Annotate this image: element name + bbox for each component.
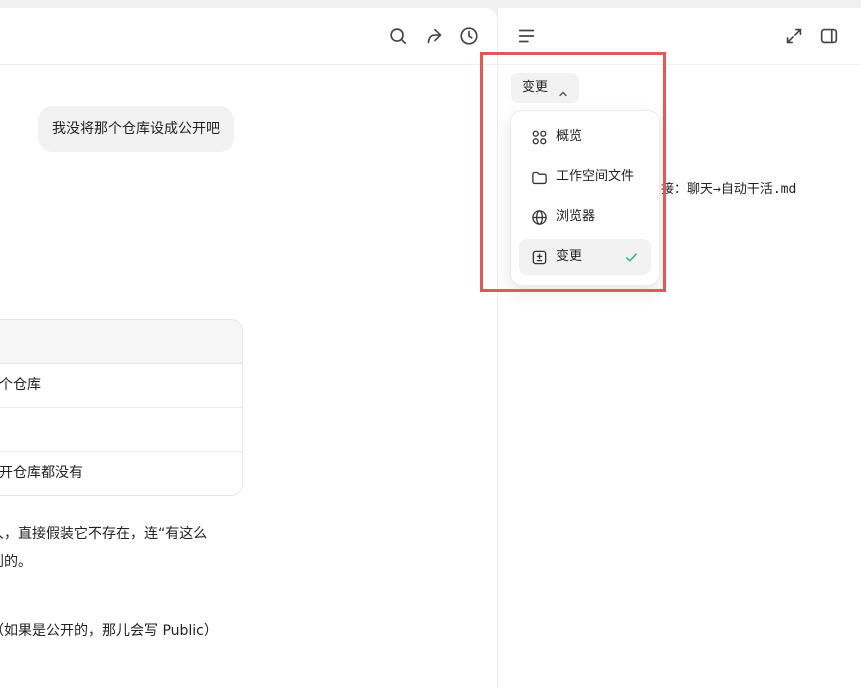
search-icon[interactable]: [387, 25, 409, 47]
menu-item-label: 工作空间文件: [556, 169, 635, 184]
menu-item-changes[interactable]: 变更: [519, 239, 651, 275]
folder-icon: [531, 169, 548, 186]
table-row: 公开仓库都没有: [0, 465, 83, 481]
menu-item-workspace-files[interactable]: 工作空间文件: [519, 159, 651, 195]
assistant-text-line: 人，直接假装它不存在，连“有这么: [0, 526, 208, 542]
side-panel-header: [498, 8, 861, 65]
grid-icon: [531, 129, 548, 146]
assistant-text-line: （如果是公开的，那儿会写 Public）: [0, 623, 218, 639]
table-header: [0, 320, 242, 364]
history-clock-icon[interactable]: [458, 25, 480, 47]
menu-item-label: 概览: [556, 129, 583, 144]
view-dropdown-menu: 概览 工作空间文件 浏览器 变更: [510, 110, 660, 286]
menu-item-label: 浏览器: [556, 209, 596, 224]
assistant-text-line: 到的。: [0, 554, 32, 570]
chat-panel: 我没将那个仓库设成公开吧 这个仓库 公开仓库都没有 人，直接假装它不存在，连“有…: [0, 8, 497, 688]
result-table: 这个仓库 公开仓库都没有: [0, 319, 243, 496]
diff-icon: [531, 249, 548, 266]
globe-icon: [531, 209, 548, 226]
menu-item-overview[interactable]: 概览: [519, 119, 651, 155]
share-icon[interactable]: [423, 25, 445, 47]
view-selector-label: 变更: [522, 80, 549, 95]
user-message-bubble: 我没将那个仓库设成公开吧: [38, 106, 234, 152]
menu-item-label: 变更: [556, 249, 583, 264]
chevron-up-icon: [557, 82, 569, 97]
menu-lines-icon[interactable]: [516, 25, 538, 47]
table-row: [0, 408, 242, 452]
table-row: 这个仓库: [0, 364, 242, 408]
view-selector-button[interactable]: 变更: [511, 73, 579, 103]
menu-item-browser[interactable]: 浏览器: [519, 199, 651, 235]
check-icon: [624, 250, 639, 265]
chat-header: [0, 8, 497, 65]
expand-icon[interactable]: [783, 25, 805, 47]
file-path-text: 接：聊天→自动干活.md: [661, 182, 797, 197]
sidebar-toggle-icon[interactable]: [818, 25, 840, 47]
